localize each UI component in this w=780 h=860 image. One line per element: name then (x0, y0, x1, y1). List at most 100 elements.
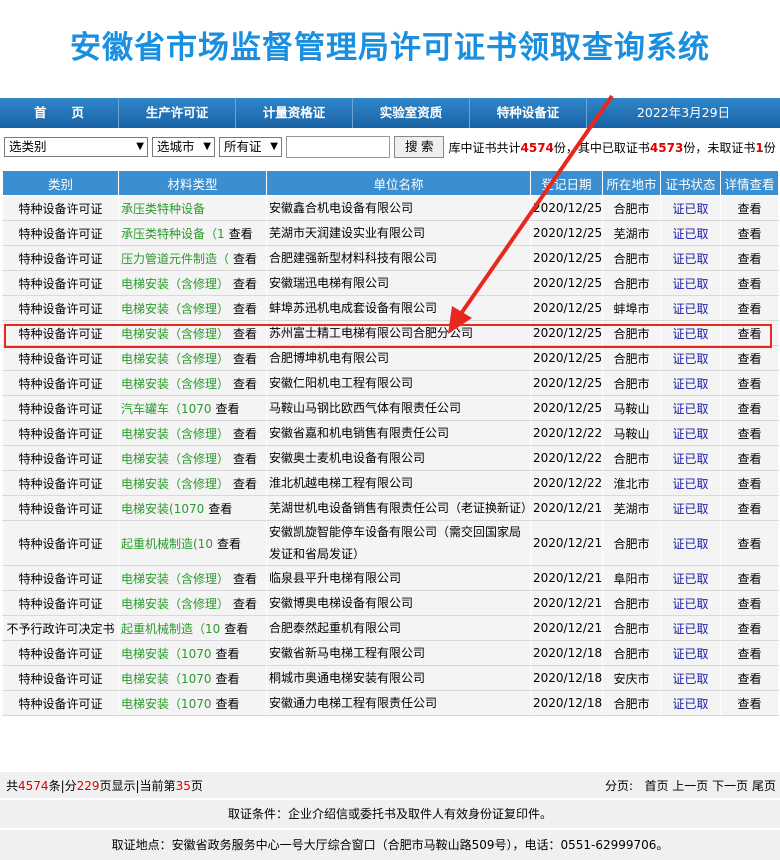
nav-production-license[interactable]: 生产许可证 (119, 98, 236, 128)
cell-detail-link[interactable]: 查看 (720, 590, 779, 616)
cell-status[interactable]: 证已取 (660, 370, 721, 396)
cell-status[interactable]: 证已取 (660, 445, 721, 471)
cell-status[interactable]: 证已取 (660, 220, 721, 246)
cell-city: 合肥市 (602, 245, 661, 271)
cell-detail-link[interactable]: 查看 (720, 470, 779, 496)
cell-detail-link[interactable]: 查看 (720, 220, 779, 246)
material-view-link[interactable]: 查看 (208, 502, 232, 516)
cell-material[interactable]: 电梯安装（含修理） 查看 (118, 270, 267, 296)
cell-material[interactable]: 压力管道元件制造（ 查看 (118, 245, 267, 271)
material-view-link[interactable]: 查看 (233, 597, 257, 611)
cell-status[interactable]: 证已取 (660, 245, 721, 271)
cell-material[interactable]: 承压类特种设备 (118, 195, 267, 221)
cell-category: 特种设备许可证 (2, 370, 119, 396)
material-type: 电梯安装（含修理） (121, 426, 230, 441)
cell-status[interactable]: 证已取 (660, 295, 721, 321)
cell-status[interactable]: 证已取 (660, 640, 721, 666)
cell-detail-link[interactable]: 查看 (720, 690, 779, 716)
search-button[interactable]: 搜 索 (394, 136, 445, 158)
cell-material[interactable]: 电梯安装(1070 查看 (118, 495, 267, 521)
cell-detail-link[interactable]: 查看 (720, 445, 779, 471)
cell-detail-link[interactable]: 查看 (720, 565, 779, 591)
pager-prev[interactable]: 上一页 (672, 779, 708, 793)
cell-material[interactable]: 承压类特种设备（1 查看 (118, 220, 267, 246)
material-view-link[interactable]: 查看 (233, 302, 257, 316)
cell-detail-link[interactable]: 查看 (720, 320, 779, 346)
cell-date: 2020/12/21 (530, 615, 603, 641)
cell-material[interactable]: 电梯安装（含修理） 查看 (118, 445, 267, 471)
material-view-link[interactable]: 查看 (216, 697, 240, 711)
cell-status[interactable]: 证已取 (660, 615, 721, 641)
keyword-input[interactable] (286, 136, 390, 158)
cell-detail-link[interactable]: 查看 (720, 370, 779, 396)
material-view-link[interactable]: 查看 (233, 452, 257, 466)
cell-material[interactable]: 起重机械制造(10 查看 (118, 520, 267, 566)
material-view-link[interactable]: 查看 (216, 647, 240, 661)
cell-detail-link[interactable]: 查看 (720, 495, 779, 521)
cell-material[interactable]: 电梯安装（含修理） 查看 (118, 370, 267, 396)
nav-metrology-cert[interactable]: 计量资格证 (236, 98, 353, 128)
material-view-link[interactable]: 查看 (216, 672, 240, 686)
cell-material[interactable]: 电梯安装（含修理） 查看 (118, 470, 267, 496)
cell-material[interactable]: 电梯安装（1070 查看 (118, 690, 267, 716)
cell-detail-link[interactable]: 查看 (720, 520, 779, 566)
pager-next[interactable]: 下一页 (712, 779, 748, 793)
pickup-condition: 取证条件：企业介绍信或委托书及取件人有效身份证复印件。 (0, 800, 780, 828)
cell-status[interactable]: 证已取 (660, 665, 721, 691)
cell-detail-link[interactable]: 查看 (720, 245, 779, 271)
nav-lab-qualification[interactable]: 实验室资质 (353, 98, 470, 128)
cell-detail-link[interactable]: 查看 (720, 270, 779, 296)
cell-detail-link[interactable]: 查看 (720, 420, 779, 446)
cell-status[interactable]: 证已取 (660, 270, 721, 296)
cell-material[interactable]: 电梯安装（1070 查看 (118, 640, 267, 666)
cell-status[interactable]: 证已取 (660, 420, 721, 446)
material-view-link[interactable]: 查看 (233, 327, 257, 341)
cell-material[interactable]: 电梯安装（1070 查看 (118, 665, 267, 691)
nav-home[interactable]: 首 页 (0, 98, 119, 128)
cell-detail-link[interactable]: 查看 (720, 345, 779, 371)
cell-status[interactable]: 证已取 (660, 195, 721, 221)
cell-detail-link[interactable]: 查看 (720, 295, 779, 321)
material-view-link[interactable]: 查看 (233, 572, 257, 586)
cell-material[interactable]: 电梯安装（含修理） 查看 (118, 320, 267, 346)
material-view-link[interactable]: 查看 (217, 537, 241, 551)
cell-status[interactable]: 证已取 (660, 590, 721, 616)
material-view-link[interactable]: 查看 (229, 227, 253, 241)
material-view-link[interactable]: 查看 (224, 622, 248, 636)
cell-material[interactable]: 起重机械制造（10 查看 (118, 615, 267, 641)
cell-status[interactable]: 证已取 (660, 495, 721, 521)
cell-detail-link[interactable]: 查看 (720, 615, 779, 641)
cell-detail-link[interactable]: 查看 (720, 640, 779, 666)
cell-status[interactable]: 证已取 (660, 345, 721, 371)
material-view-link[interactable]: 查看 (233, 377, 257, 391)
city-select[interactable]: 选城市 ▼ (152, 137, 215, 157)
material-view-link[interactable]: 查看 (233, 427, 257, 441)
pager-last[interactable]: 尾页 (752, 779, 776, 793)
material-view-link[interactable]: 查看 (233, 477, 257, 491)
nav-special-equipment[interactable]: 特种设备证 (470, 98, 587, 128)
cell-material[interactable]: 电梯安装（含修理） 查看 (118, 345, 267, 371)
cell-unit-name: 蚌埠苏迅机电成套设备有限公司 (266, 295, 531, 321)
cell-material[interactable]: 电梯安装（含修理） 查看 (118, 420, 267, 446)
cell-material[interactable]: 电梯安装（含修理） 查看 (118, 295, 267, 321)
cell-material[interactable]: 电梯安装（含修理） 查看 (118, 565, 267, 591)
cell-material[interactable]: 汽车罐车（1070 查看 (118, 395, 267, 421)
cell-unit-name: 安徽省新马电梯工程有限公司 (266, 640, 531, 666)
material-view-link[interactable]: 查看 (216, 402, 240, 416)
cell-detail-link[interactable]: 查看 (720, 195, 779, 221)
cell-status[interactable]: 证已取 (660, 320, 721, 346)
pager-first[interactable]: 首页 (644, 779, 668, 793)
category-select[interactable]: 选类别 ▼ (4, 137, 148, 157)
cell-material[interactable]: 电梯安装（含修理） 查看 (118, 590, 267, 616)
cell-status[interactable]: 证已取 (660, 565, 721, 591)
cert-select[interactable]: 所有证 ▼ (219, 137, 282, 157)
material-view-link[interactable]: 查看 (233, 352, 257, 366)
cell-status[interactable]: 证已取 (660, 395, 721, 421)
cell-detail-link[interactable]: 查看 (720, 665, 779, 691)
material-view-link[interactable]: 查看 (233, 277, 257, 291)
cell-status[interactable]: 证已取 (660, 690, 721, 716)
cell-detail-link[interactable]: 查看 (720, 395, 779, 421)
cell-status[interactable]: 证已取 (660, 520, 721, 566)
cell-status[interactable]: 证已取 (660, 470, 721, 496)
material-view-link[interactable]: 查看 (233, 252, 257, 266)
